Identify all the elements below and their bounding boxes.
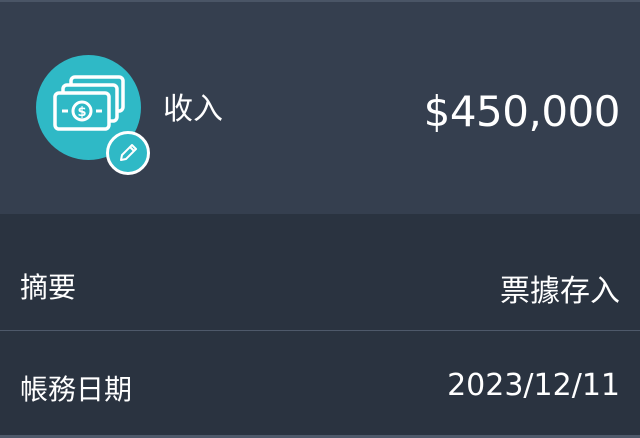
category-label: 收入 [163,92,223,127]
svg-text:$: $ [77,105,86,120]
money-bills-icon: $ [53,75,125,131]
transaction-header: $ 收入 $450,000 [0,0,640,214]
summary-value: 票據存入 [500,274,620,309]
edit-category-button[interactable] [106,131,150,175]
summary-label: 摘要 [20,271,77,304]
pencil-icon [120,144,137,161]
summary-row[interactable]: 摘要 票據存入 [0,214,640,331]
transaction-amount[interactable]: $450,000 [424,86,621,138]
date-row[interactable]: 帳務日期 2023/12/11 [0,334,640,438]
date-label: 帳務日期 [20,373,133,406]
date-value: 2023/12/11 [447,368,620,403]
transaction-detail-screen: $ 收入 $450,000 摘要 票據存入 帳務日期 2023/12/11 [0,0,640,438]
